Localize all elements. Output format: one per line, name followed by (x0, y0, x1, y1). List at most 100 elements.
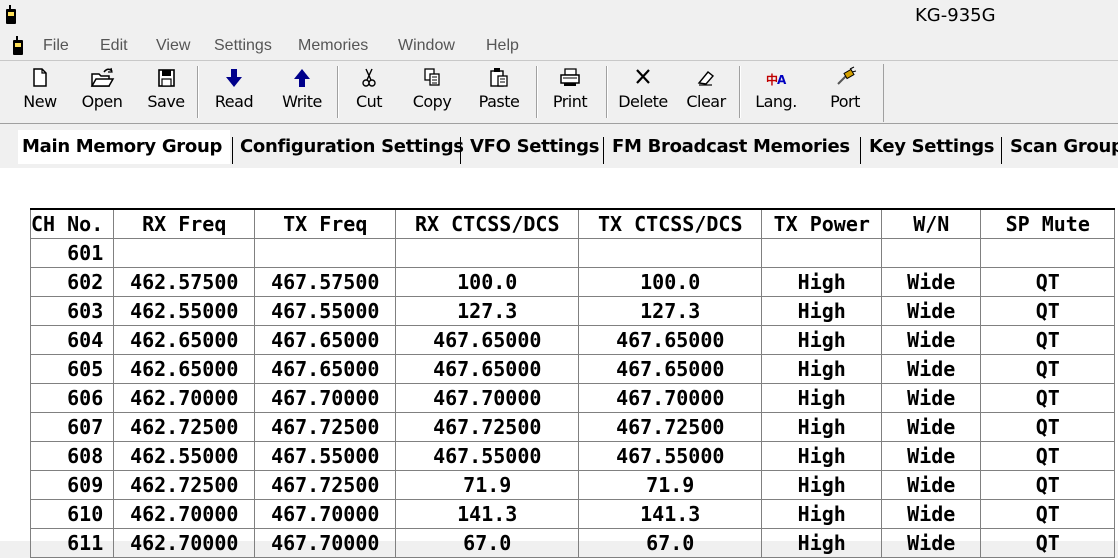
tx-ctcss-dcs-cell[interactable]: 467.55000 (578, 441, 763, 471)
sp-mute-cell[interactable]: QT (980, 325, 1116, 355)
sp-mute-cell[interactable]: QT (980, 296, 1116, 326)
rx-ctcss-dcs-cell[interactable]: 467.65000 (395, 354, 580, 384)
memory-channel-grid[interactable]: CH No. RX Freq TX Freq RX CTCSS/DCS TX C… (29, 208, 1116, 558)
sp-mute-cell[interactable]: QT (980, 528, 1116, 558)
tx-ctcss-dcs-cell[interactable]: 467.65000 (578, 325, 763, 355)
tab-key-settings[interactable]: Key Settings (869, 136, 995, 164)
tx-ctcss-dcs-cell[interactable]: 67.0 (578, 528, 763, 558)
rx-freq-cell[interactable]: 462.57500 (113, 267, 256, 297)
tx-power-cell[interactable]: High (761, 412, 883, 442)
tx-power-cell[interactable]: High (761, 325, 883, 355)
column-header-tx-power[interactable]: TX Power (761, 208, 883, 239)
rx-ctcss-dcs-cell[interactable]: 127.3 (395, 296, 580, 326)
rx-ctcss-dcs-cell[interactable] (395, 238, 580, 268)
table-row[interactable]: 608 462.55000 467.55000 467.55000 467.55000 H… (29, 441, 1116, 471)
tx-power-cell[interactable]: High (761, 383, 883, 413)
rx-freq-cell[interactable]: 462.70000 (113, 383, 256, 413)
ch-no-cell[interactable]: 610 (29, 499, 115, 529)
print-button[interactable]: Print (546, 64, 594, 120)
tx-power-cell[interactable] (761, 238, 883, 268)
tx-freq-cell[interactable]: 467.55000 (254, 296, 397, 326)
wide-narrow-cell[interactable]: Wide (881, 412, 982, 442)
tx-ctcss-dcs-cell[interactable] (578, 238, 763, 268)
table-row[interactable]: 606 462.70000 467.70000 467.70000 467.70000 H… (29, 383, 1116, 413)
rx-ctcss-dcs-cell[interactable]: 467.72500 (395, 412, 580, 442)
tx-power-cell[interactable]: High (761, 470, 883, 500)
sp-mute-cell[interactable]: QT (980, 470, 1116, 500)
tx-freq-cell[interactable]: 467.72500 (254, 470, 397, 500)
ch-no-cell[interactable]: 606 (29, 383, 115, 413)
wide-narrow-cell[interactable]: Wide (881, 470, 982, 500)
paste-button[interactable]: Paste (472, 64, 526, 120)
wide-narrow-cell[interactable]: Wide (881, 528, 982, 558)
sp-mute-cell[interactable]: QT (980, 412, 1116, 442)
tx-freq-cell[interactable]: 467.70000 (254, 528, 397, 558)
tx-ctcss-dcs-cell[interactable]: 467.70000 (578, 383, 763, 413)
radio-icon[interactable] (5, 5, 17, 24)
menu-help[interactable]: Help (486, 37, 519, 55)
tx-freq-cell[interactable]: 467.65000 (254, 354, 397, 384)
tx-power-cell[interactable]: High (761, 441, 883, 471)
ch-no-cell[interactable]: 608 (29, 441, 115, 471)
clear-button[interactable]: Clear (682, 64, 730, 120)
read-button[interactable]: Read (206, 64, 262, 120)
cut-button[interactable]: Cut (348, 64, 390, 120)
tx-power-cell[interactable]: High (761, 267, 883, 297)
radio-icon[interactable] (12, 36, 24, 55)
rx-freq-cell[interactable]: 462.72500 (113, 470, 256, 500)
tx-freq-cell[interactable]: 467.57500 (254, 267, 397, 297)
table-row[interactable]: 602 462.57500 467.57500 100.0 100.0 High Wide Q… (29, 267, 1116, 297)
ch-no-cell[interactable]: 601 (29, 238, 115, 268)
menu-window[interactable]: Window (398, 37, 455, 55)
rx-freq-cell[interactable]: 462.70000 (113, 528, 256, 558)
copy-button[interactable]: Copy (406, 64, 458, 120)
delete-button[interactable]: Delete (614, 64, 672, 120)
table-row[interactable]: 601 (29, 238, 1116, 268)
rx-ctcss-dcs-cell[interactable]: 67.0 (395, 528, 580, 558)
menu-memories[interactable]: Memories (298, 37, 368, 55)
tx-ctcss-dcs-cell[interactable]: 127.3 (578, 296, 763, 326)
menu-view[interactable]: View (156, 37, 190, 55)
tab-scan-group[interactable]: Scan Group (1010, 136, 1118, 164)
tx-power-cell[interactable]: High (761, 499, 883, 529)
language-button[interactable]: 中 A Lang. (750, 64, 802, 120)
tx-freq-cell[interactable]: 467.70000 (254, 499, 397, 529)
wide-narrow-cell[interactable]: Wide (881, 383, 982, 413)
ch-no-cell[interactable]: 605 (29, 354, 115, 384)
tx-freq-cell[interactable]: 467.70000 (254, 383, 397, 413)
column-header-ch-no[interactable]: CH No. (29, 208, 115, 239)
rx-freq-cell[interactable]: 462.65000 (113, 354, 256, 384)
sp-mute-cell[interactable] (980, 238, 1116, 268)
tab-vfo-settings[interactable]: VFO Settings (470, 136, 599, 164)
tab-configuration-settings[interactable]: Configuration Settings (240, 136, 464, 164)
rx-ctcss-dcs-cell[interactable]: 141.3 (395, 499, 580, 529)
table-row[interactable]: 611 462.70000 467.70000 67.0 67.0 High Wide QT (29, 528, 1116, 558)
rx-freq-cell[interactable]: 462.72500 (113, 412, 256, 442)
tx-ctcss-dcs-cell[interactable]: 71.9 (578, 470, 763, 500)
ch-no-cell[interactable]: 611 (29, 528, 115, 558)
save-button[interactable]: Save (144, 64, 188, 120)
tx-freq-cell[interactable]: 467.72500 (254, 412, 397, 442)
menu-file[interactable]: File (43, 37, 69, 55)
wide-narrow-cell[interactable] (881, 238, 982, 268)
ch-no-cell[interactable]: 604 (29, 325, 115, 355)
tab-fm-broadcast-memories[interactable]: FM Broadcast Memories (612, 136, 850, 164)
tx-power-cell[interactable]: High (761, 528, 883, 558)
rx-ctcss-dcs-cell[interactable]: 71.9 (395, 470, 580, 500)
ch-no-cell[interactable]: 603 (29, 296, 115, 326)
rx-freq-cell[interactable]: 462.70000 (113, 499, 256, 529)
table-row[interactable]: 607 462.72500 467.72500 467.72500 467.72500 H… (29, 412, 1116, 442)
wide-narrow-cell[interactable]: Wide (881, 354, 982, 384)
column-header-wide-narrow[interactable]: W/N (881, 208, 982, 239)
rx-ctcss-dcs-cell[interactable]: 467.65000 (395, 325, 580, 355)
rx-ctcss-dcs-cell[interactable]: 467.70000 (395, 383, 580, 413)
sp-mute-cell[interactable]: QT (980, 499, 1116, 529)
ch-no-cell[interactable]: 602 (29, 267, 115, 297)
tx-ctcss-dcs-cell[interactable]: 141.3 (578, 499, 763, 529)
tx-power-cell[interactable]: High (761, 296, 883, 326)
tx-ctcss-dcs-cell[interactable]: 467.65000 (578, 354, 763, 384)
new-button[interactable]: New (18, 64, 62, 120)
rx-freq-cell[interactable]: 462.55000 (113, 441, 256, 471)
wide-narrow-cell[interactable]: Wide (881, 325, 982, 355)
tx-freq-cell[interactable]: 467.65000 (254, 325, 397, 355)
